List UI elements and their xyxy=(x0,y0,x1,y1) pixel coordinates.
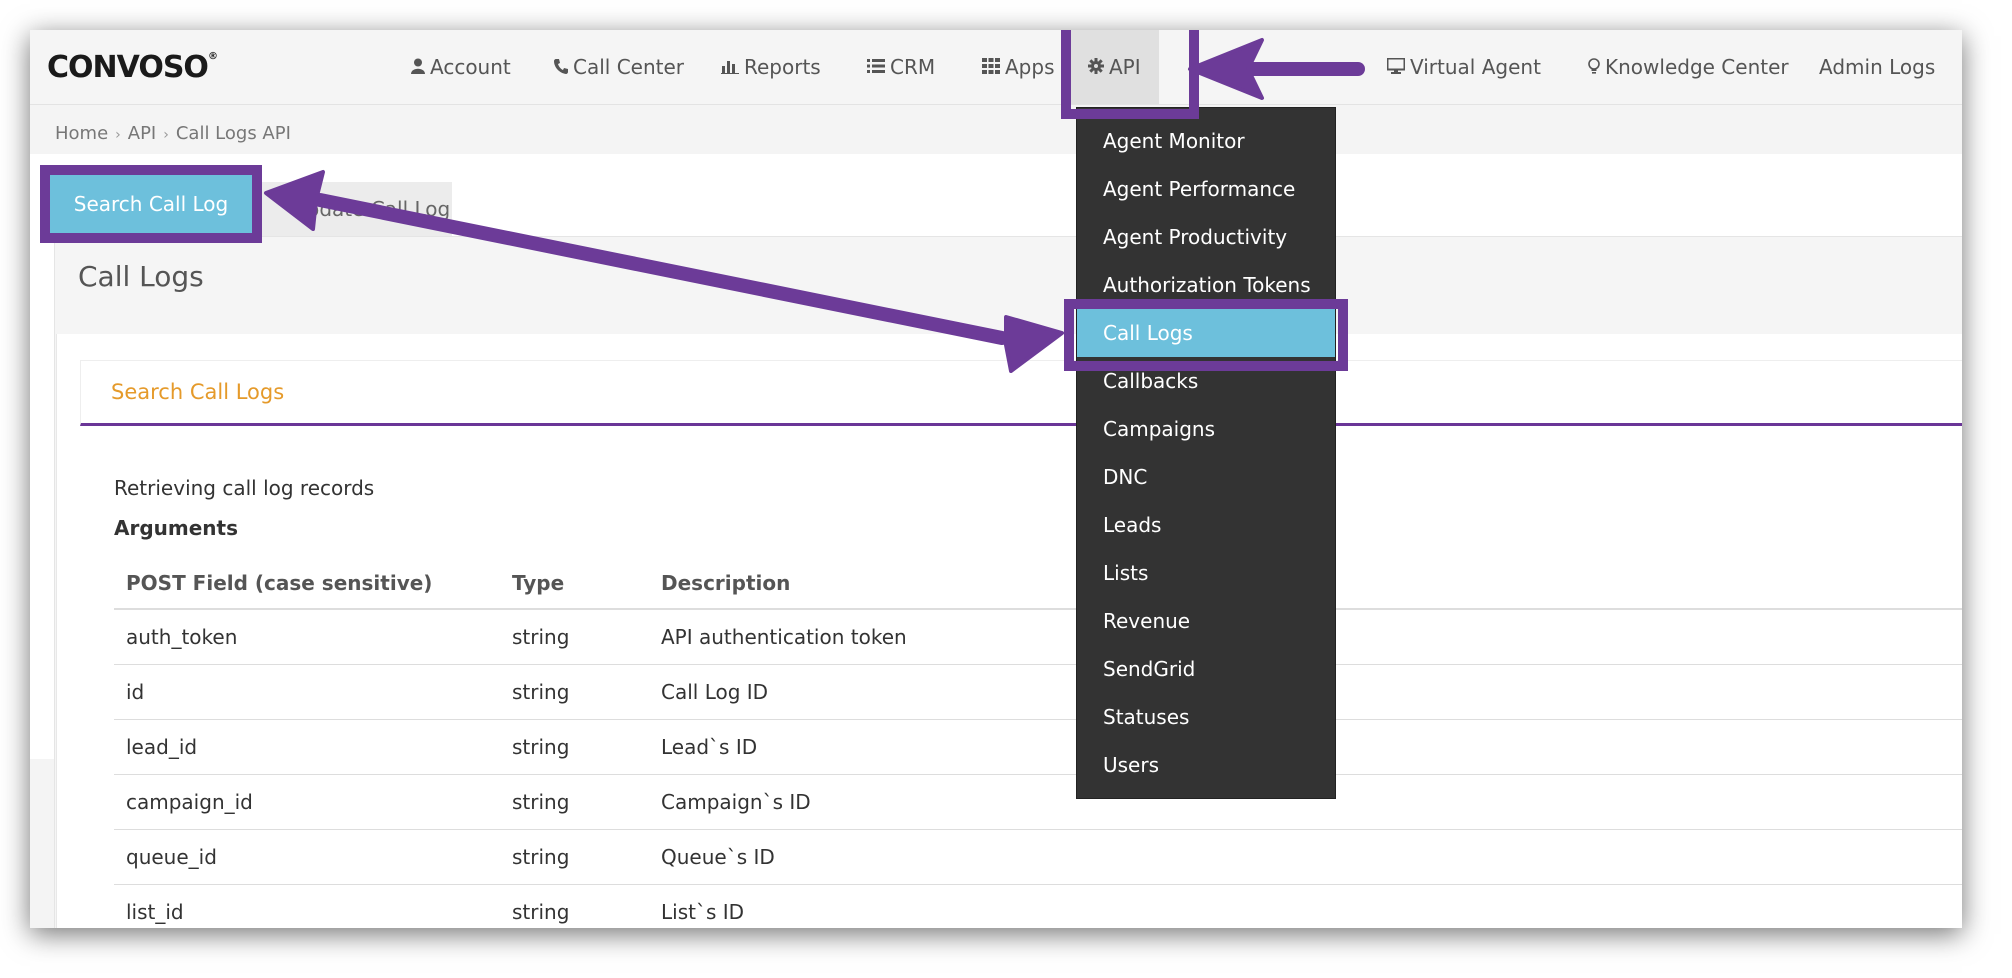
table-row: auth_token string API authentication tok… xyxy=(114,609,1962,665)
bar-chart-icon xyxy=(721,30,739,104)
section-title: Search Call Logs xyxy=(111,380,285,404)
table-cell: string xyxy=(500,664,649,720)
arguments-heading: Arguments xyxy=(114,516,239,540)
table-cell: Queue`s ID xyxy=(649,829,1962,885)
nav-account[interactable]: Account xyxy=(411,30,511,104)
breadcrumb-current: Call Logs API xyxy=(175,123,291,144)
logo-trademark: ® xyxy=(207,51,218,62)
convoso-logo[interactable]: CONVOSO® xyxy=(47,48,218,88)
menu-item-revenue[interactable]: Revenue xyxy=(1077,597,1335,645)
menu-item-users[interactable]: Users xyxy=(1077,741,1335,789)
api-dropdown-menu: Agent Monitor Agent Performance Agent Pr… xyxy=(1076,107,1336,799)
menu-item-statuses[interactable]: Statuses xyxy=(1077,693,1335,741)
nav-call-center-label: Call Center xyxy=(573,55,685,79)
arguments-table: POST Field (case sensitive) Type Descrip… xyxy=(114,558,1962,928)
nav-account-label: Account xyxy=(430,55,511,79)
nav-admin-logs-label: Admin Logs xyxy=(1819,55,1936,79)
table-row: queue_id string Queue`s ID xyxy=(114,829,1962,885)
menu-item-lists[interactable]: Lists xyxy=(1077,549,1335,597)
nav-api-label: API xyxy=(1109,55,1141,79)
page-title: Call Logs xyxy=(78,260,204,293)
desktop-icon xyxy=(1386,30,1406,104)
nav-api[interactable]: API xyxy=(1070,30,1159,104)
tab-search-call-log[interactable]: Search Call Log xyxy=(50,175,252,233)
logo-text: CONVOSO xyxy=(47,50,209,85)
top-navbar: CONVOSO® Account Call Center Reports CRM xyxy=(30,30,1962,105)
table-cell: auth_token xyxy=(114,609,500,665)
nav-apps-label: Apps xyxy=(1005,55,1055,79)
column-header: POST Field (case sensitive) xyxy=(114,558,500,610)
nav-call-center[interactable]: Call Center xyxy=(554,30,684,104)
nav-admin-logs[interactable]: Admin Logs xyxy=(1819,30,1935,104)
table-row: campaign_id string Campaign`s ID xyxy=(114,774,1962,830)
table-row: list_id string List`s ID xyxy=(114,884,1962,928)
nav-knowledge-center-label: Knowledge Center xyxy=(1605,55,1789,79)
nav-knowledge-center[interactable]: Knowledge Center xyxy=(1588,30,1789,104)
nav-reports-label: Reports xyxy=(744,55,821,79)
nav-apps[interactable]: Apps xyxy=(982,30,1055,104)
table-cell: string xyxy=(500,719,649,775)
tab-update-call-log[interactable]: Update Call Log xyxy=(242,182,452,236)
table-row: id string Call Log ID xyxy=(114,664,1962,720)
grid-icon xyxy=(982,30,1000,104)
section-header: Search Call Logs xyxy=(80,360,1962,426)
table-header-row: POST Field (case sensitive) Type Descrip… xyxy=(114,558,1962,610)
table-cell: id xyxy=(114,664,500,720)
table-cell: string xyxy=(500,609,649,665)
breadcrumb-home[interactable]: Home xyxy=(55,123,108,144)
app-screenshot: CONVOSO® Account Call Center Reports CRM xyxy=(30,30,1962,928)
nav-crm[interactable]: CRM xyxy=(867,30,935,104)
nav-reports[interactable]: Reports xyxy=(721,30,821,104)
breadcrumb-api[interactable]: API xyxy=(128,123,156,144)
menu-item-sendgrid[interactable]: SendGrid xyxy=(1077,645,1335,693)
user-icon xyxy=(411,30,425,104)
list-icon xyxy=(867,30,885,104)
table-cell: string xyxy=(500,829,649,885)
menu-item-authorization-tokens[interactable]: Authorization Tokens xyxy=(1077,261,1335,309)
lightbulb-icon xyxy=(1588,30,1600,104)
menu-item-dnc[interactable]: DNC xyxy=(1077,453,1335,501)
menu-item-agent-monitor[interactable]: Agent Monitor xyxy=(1077,117,1335,165)
table-cell: string xyxy=(500,774,649,830)
table-cell: list_id xyxy=(114,884,500,928)
menu-item-agent-performance[interactable]: Agent Performance xyxy=(1077,165,1335,213)
chevron-right-icon: › xyxy=(115,127,121,143)
gear-icon xyxy=(1088,30,1104,104)
chevron-right-icon: › xyxy=(163,127,169,143)
menu-item-callbacks[interactable]: Callbacks xyxy=(1077,357,1335,405)
breadcrumb: Home › API › Call Logs API xyxy=(55,114,291,154)
column-header: Type xyxy=(500,558,649,610)
nav-crm-label: CRM xyxy=(890,55,936,79)
section-description: Retrieving call log records xyxy=(114,476,375,500)
table-cell: campaign_id xyxy=(114,774,500,830)
table-cell: List`s ID xyxy=(649,884,1962,928)
phone-icon xyxy=(554,30,568,104)
menu-item-leads[interactable]: Leads xyxy=(1077,501,1335,549)
menu-item-call-logs[interactable]: Call Logs xyxy=(1077,309,1335,357)
table-cell: lead_id xyxy=(114,719,500,775)
menu-item-agent-productivity[interactable]: Agent Productivity xyxy=(1077,213,1335,261)
table-cell: string xyxy=(500,884,649,928)
table-cell: queue_id xyxy=(114,829,500,885)
table-row: lead_id string Lead`s ID xyxy=(114,719,1962,775)
nav-virtual-agent-label: Virtual Agent xyxy=(1410,55,1541,79)
nav-virtual-agent[interactable]: Virtual Agent xyxy=(1386,30,1541,104)
menu-item-campaigns[interactable]: Campaigns xyxy=(1077,405,1335,453)
